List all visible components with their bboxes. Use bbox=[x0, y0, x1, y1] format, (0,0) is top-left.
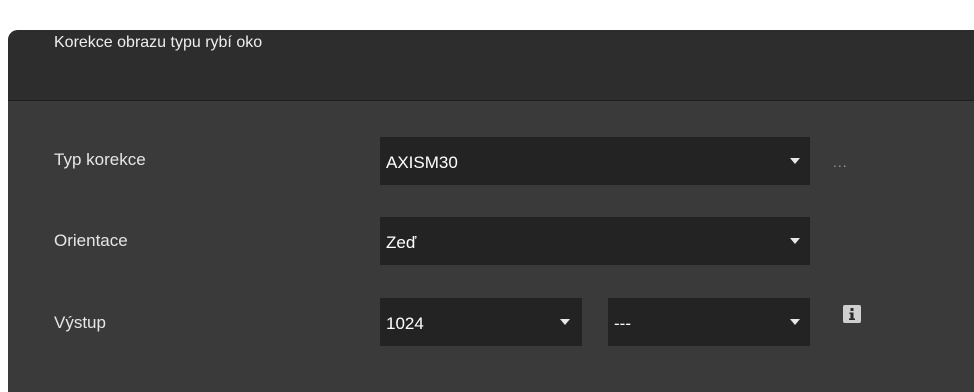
orientation-select[interactable]: Zeď bbox=[380, 217, 810, 265]
output-resolution-value: 1024 bbox=[386, 314, 424, 333]
panel-title: Korekce obrazu typu rybí oko bbox=[54, 34, 263, 51]
output-second-value: --- bbox=[614, 314, 631, 333]
chevron-down-icon bbox=[790, 238, 800, 244]
correction-type-select[interactable]: AXISM30 bbox=[380, 137, 810, 185]
output-second-select[interactable]: --- bbox=[608, 298, 810, 346]
orientation-label: Orientace bbox=[54, 231, 128, 250]
correction-type-value: AXISM30 bbox=[386, 153, 458, 172]
correction-type-label: Typ korekce bbox=[54, 150, 146, 169]
chevron-down-icon bbox=[560, 319, 570, 325]
output-label: Výstup bbox=[54, 313, 106, 332]
chevron-down-icon bbox=[790, 158, 800, 164]
output-resolution-select[interactable]: 1024 bbox=[380, 298, 582, 346]
orientation-value: Zeď bbox=[386, 233, 417, 252]
chevron-down-icon bbox=[790, 319, 800, 325]
more-options-button[interactable]: ... bbox=[833, 154, 848, 170]
info-icon[interactable] bbox=[843, 305, 861, 323]
